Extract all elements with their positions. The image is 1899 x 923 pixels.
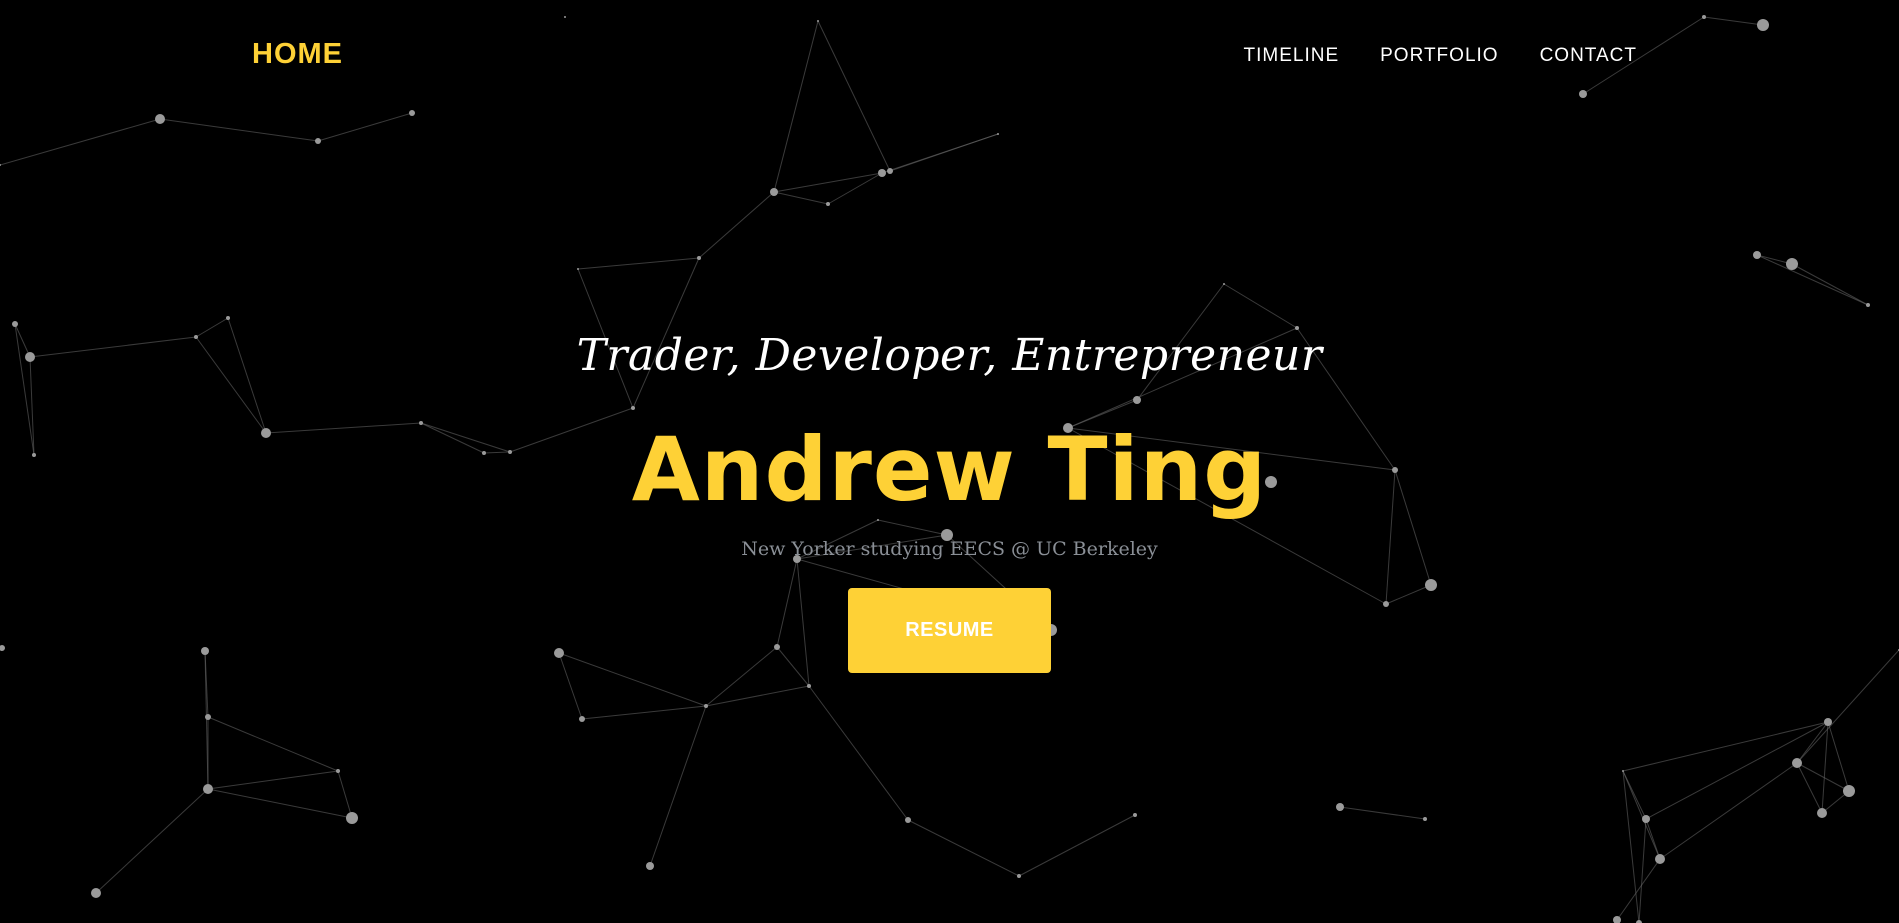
particle-link — [698, 191, 775, 259]
particle-dot — [1622, 770, 1624, 772]
particle-dot — [1817, 808, 1827, 818]
particle-dot — [1843, 785, 1855, 797]
particle-link — [796, 558, 810, 687]
particle-link — [649, 705, 707, 867]
particle-dot — [631, 406, 635, 410]
particle-dot — [1613, 916, 1621, 923]
particle-link — [558, 652, 707, 707]
particle-dot — [807, 684, 811, 688]
particle-link — [776, 646, 810, 687]
particle-dot — [1792, 758, 1802, 768]
particle-link — [207, 770, 339, 790]
particle-dot — [774, 644, 780, 650]
hero-subheading: Trader, Developer, Entrepreneur — [576, 330, 1323, 381]
hero-name-heading: Andrew Ting — [631, 418, 1268, 521]
particle-dot — [1017, 874, 1021, 878]
particle-dot — [315, 138, 321, 144]
particle-link — [1796, 762, 1823, 814]
particle-link — [877, 519, 948, 536]
particle-dot — [579, 716, 585, 722]
top-navbar: HOME TIMELINE PORTFOLIO CONTACT — [0, 0, 1899, 112]
particle-link — [889, 133, 999, 172]
particle-link — [1638, 818, 1647, 923]
particle-dot — [155, 114, 165, 124]
particle-dot — [336, 769, 340, 773]
particle-link — [1223, 283, 1298, 329]
particle-dot — [205, 714, 211, 720]
particle-dot — [12, 321, 18, 327]
particle-link — [773, 191, 829, 205]
particle-dot — [826, 202, 830, 206]
particle-link — [705, 685, 810, 707]
particle-dot — [577, 268, 579, 270]
particle-link — [577, 257, 700, 270]
particle-link — [1827, 721, 1850, 792]
particle-dot — [1824, 718, 1832, 726]
particle-dot — [887, 168, 893, 174]
particle-dot — [1336, 803, 1344, 811]
hero-tagline: New Yorker studying EECS @ UC Berkeley — [741, 538, 1158, 560]
nav-link-contact[interactable]: CONTACT — [1540, 45, 1637, 67]
particle-link — [95, 788, 209, 894]
particle-dot — [1223, 283, 1225, 285]
particle-dot — [554, 648, 564, 658]
particle-dot — [226, 316, 230, 320]
particle-dot — [91, 888, 101, 898]
particle-dot — [646, 862, 654, 870]
particle-dot — [1423, 817, 1427, 821]
particle-link — [1796, 762, 1850, 792]
particle-link — [1821, 721, 1829, 814]
particle-link — [1339, 806, 1426, 820]
particle-link — [808, 685, 909, 821]
particle-dot — [997, 133, 999, 135]
particle-link — [581, 705, 707, 720]
home-link[interactable]: HOME — [252, 38, 343, 71]
particle-link — [159, 118, 319, 142]
particle-dot — [1655, 854, 1665, 864]
particle-dot — [1866, 303, 1870, 307]
particle-link — [337, 770, 353, 819]
particle-dot — [1786, 258, 1798, 270]
particle-dot — [1383, 601, 1389, 607]
particle-dot — [697, 256, 701, 260]
particle-dot — [878, 169, 886, 177]
particle-dot — [203, 784, 213, 794]
particle-link — [207, 716, 339, 772]
particle-link — [1659, 762, 1798, 860]
resume-button[interactable]: RESUME — [848, 588, 1051, 673]
particle-link — [907, 819, 1020, 877]
nav-link-timeline[interactable]: TIMELINE — [1244, 45, 1340, 67]
particle-dot — [1425, 579, 1437, 591]
nav-link-portfolio[interactable]: PORTFOLIO — [1380, 45, 1498, 67]
particle-dot — [704, 704, 708, 708]
particle-link — [1796, 649, 1899, 764]
particle-dot — [1753, 251, 1761, 259]
particle-link — [1385, 584, 1432, 605]
nav-links: TIMELINE PORTFOLIO CONTACT — [1244, 45, 1638, 67]
particle-link — [776, 558, 798, 648]
particle-dot — [1642, 815, 1650, 823]
particle-dot — [770, 188, 778, 196]
particle-dot — [1133, 813, 1137, 817]
particle-link — [317, 112, 413, 142]
particle-dot — [201, 647, 209, 655]
particle-link — [705, 646, 778, 707]
particle-link — [558, 652, 583, 720]
particle-dot — [346, 812, 358, 824]
particle-dot — [1133, 396, 1141, 404]
particle-link — [207, 788, 353, 819]
particle-link — [1018, 814, 1136, 877]
particle-link — [1791, 263, 1869, 306]
particle-link — [1756, 254, 1869, 306]
particle-dot — [0, 645, 5, 651]
particle-link — [0, 118, 161, 166]
particle-dot — [905, 817, 911, 823]
particle-link — [1616, 858, 1661, 921]
